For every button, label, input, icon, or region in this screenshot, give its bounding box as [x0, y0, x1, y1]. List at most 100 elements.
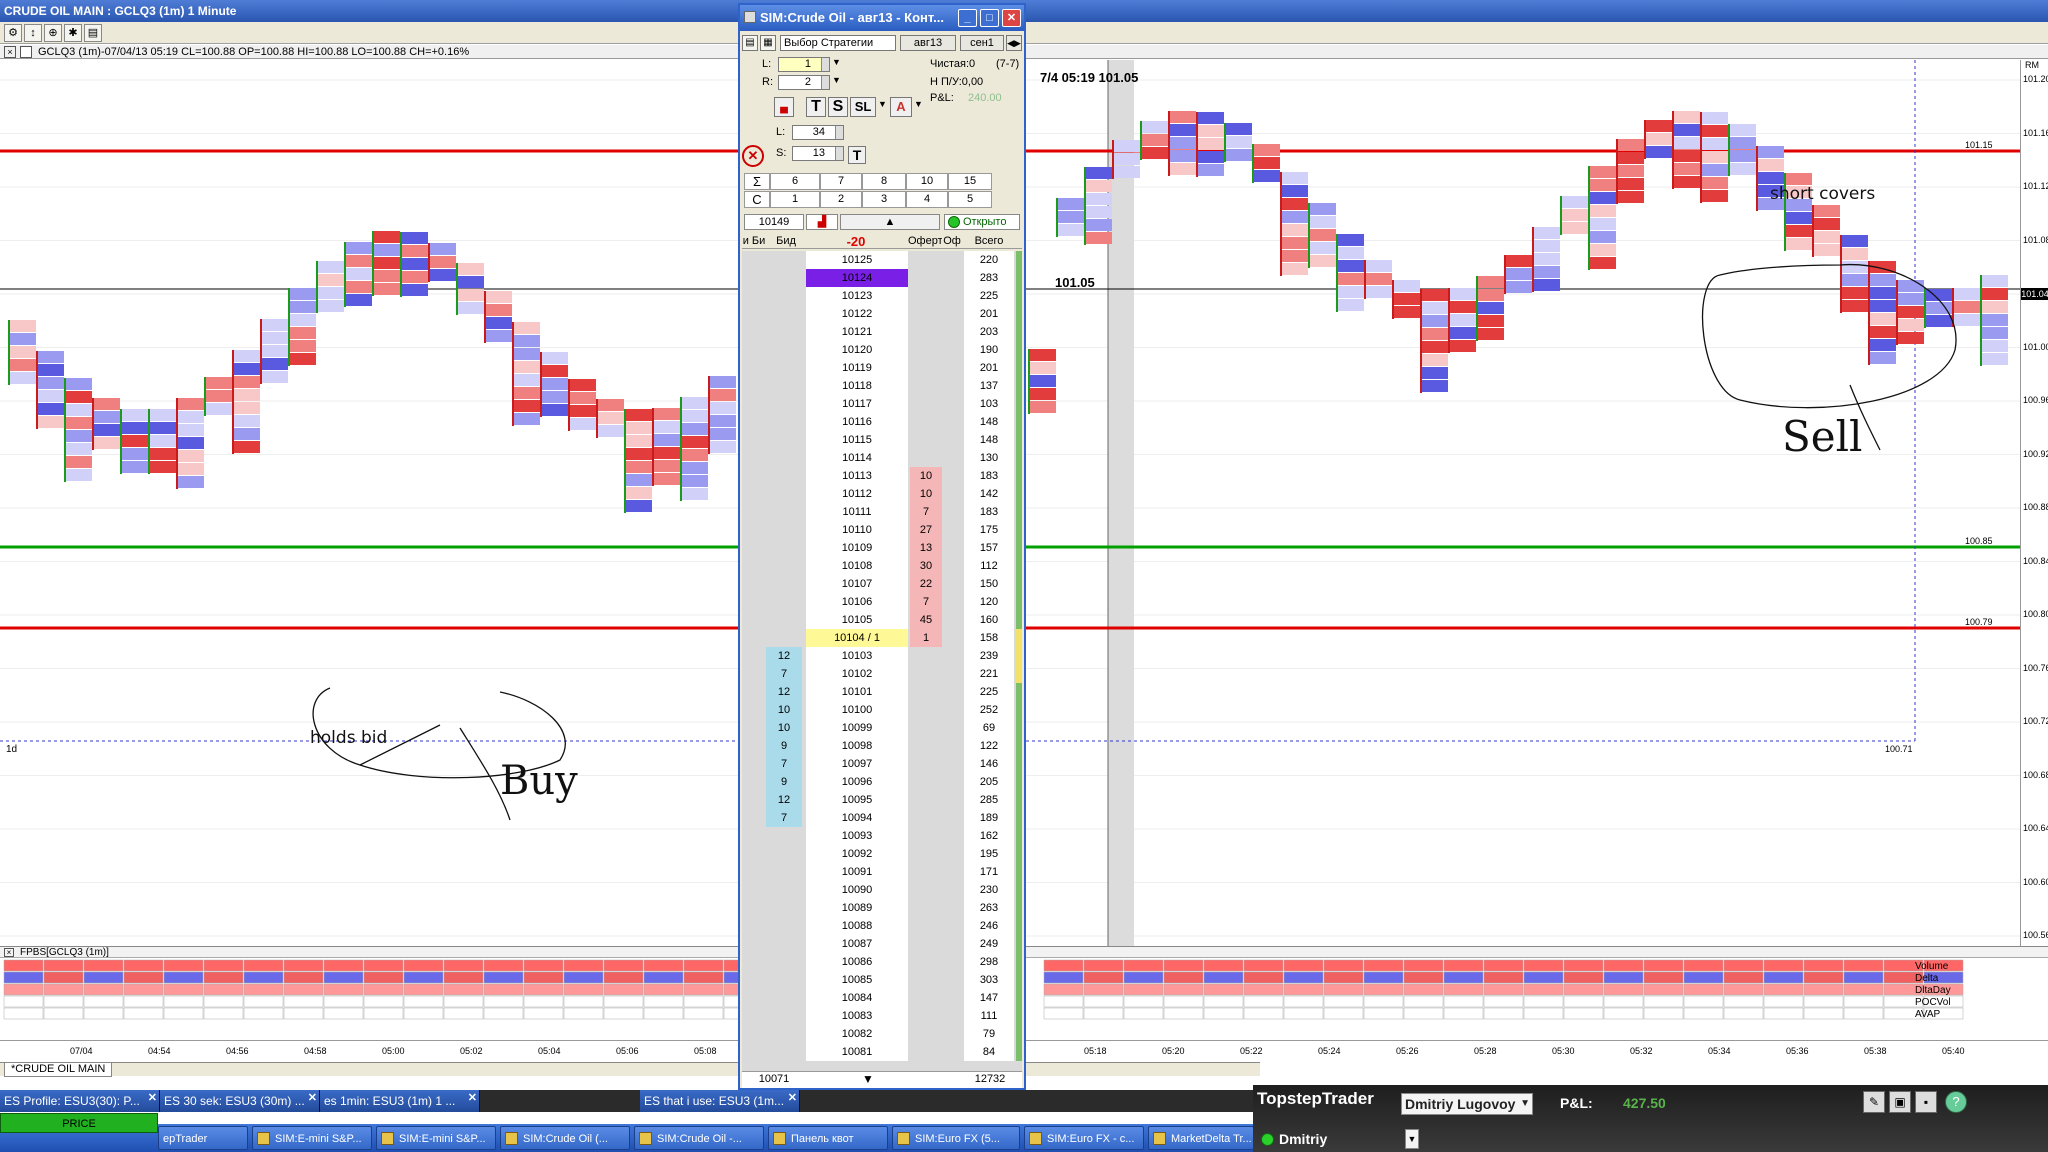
bid-size[interactable]: [766, 377, 802, 395]
size-cell[interactable]: 2: [820, 191, 862, 208]
target-button[interactable]: T: [848, 146, 866, 164]
price-cell[interactable]: 10098: [806, 737, 908, 755]
bid-size[interactable]: [766, 953, 802, 971]
bid-size[interactable]: [766, 305, 802, 323]
contract-tab[interactable]: авг13: [900, 35, 956, 51]
ask-size[interactable]: [910, 755, 942, 773]
ask-size[interactable]: [910, 305, 942, 323]
bid-size[interactable]: [766, 593, 802, 611]
price-cell[interactable]: 10088: [806, 917, 908, 935]
ladder-row[interactable]: 10083 111: [742, 1007, 1022, 1025]
ask-size[interactable]: [910, 269, 942, 287]
bid-size[interactable]: [766, 989, 802, 1007]
task-emini-1[interactable]: SIM:E-mini S&P...: [252, 1126, 372, 1150]
size-cell[interactable]: Σ: [744, 173, 770, 190]
ask-size[interactable]: [910, 341, 942, 359]
price-cell[interactable]: 10119: [806, 359, 908, 377]
ladder-row[interactable]: 10112 10 142: [742, 485, 1022, 503]
bid-size[interactable]: 7: [766, 665, 802, 683]
ask-size[interactable]: [910, 647, 942, 665]
price-cell[interactable]: 10106: [806, 593, 908, 611]
workspace-tab-es-profile[interactable]: ES Profile: ESU3(30): P... ✕: [0, 1090, 160, 1112]
task-crude-oil-2[interactable]: SIM:Crude Oil -...: [634, 1126, 764, 1150]
ladder-row[interactable]: 9 10098 122: [742, 737, 1022, 755]
bid-size[interactable]: [766, 521, 802, 539]
ask-size[interactable]: 10: [910, 467, 942, 485]
cancel-all-icon[interactable]: ✕: [742, 145, 764, 167]
bid-size[interactable]: 12: [766, 647, 802, 665]
ladder-row[interactable]: 10084 147: [742, 989, 1022, 1007]
ask-size[interactable]: [910, 845, 942, 863]
bid-size[interactable]: [766, 341, 802, 359]
bid-size[interactable]: [766, 845, 802, 863]
size-cell[interactable]: C: [744, 191, 770, 208]
ladder-row[interactable]: 10093 162: [742, 827, 1022, 845]
ladder-row[interactable]: 10090 230: [742, 881, 1022, 899]
ladder-row[interactable]: 10107 22 150: [742, 575, 1022, 593]
target-button[interactable]: T: [806, 97, 826, 117]
price-cell[interactable]: 10121: [806, 323, 908, 341]
price-axis[interactable]: RM 101.20 101.16 101.12 101.08 101.04 101.00 1…: [2020, 60, 2048, 946]
gear-icon[interactable]: ✱: [64, 24, 82, 42]
ladder-row[interactable]: 10116 148: [742, 413, 1022, 431]
ask-size[interactable]: [910, 1007, 942, 1025]
close-icon[interactable]: ✕: [148, 1092, 157, 1104]
ask-size[interactable]: [910, 863, 942, 881]
layout-icon[interactable]: ▦: [760, 35, 776, 51]
scroll-down-icon[interactable]: ▼: [862, 1072, 874, 1086]
ladder-row[interactable]: 9 10096 205: [742, 773, 1022, 791]
task-quotes-panel[interactable]: Панель квот: [768, 1126, 888, 1150]
bid-size[interactable]: 9: [766, 737, 802, 755]
ladder-row[interactable]: 10118 137: [742, 377, 1022, 395]
size-cell[interactable]: 8: [862, 173, 906, 190]
size-cell[interactable]: 10: [906, 173, 948, 190]
bid-size[interactable]: [766, 1025, 802, 1043]
close-icon[interactable]: ×: [4, 948, 14, 957]
dom-window[interactable]: SIM:Crude Oil - авг13 - Конт... _ □ ✕ ▤ …: [738, 3, 1026, 1090]
ask-size[interactable]: [910, 827, 942, 845]
ask-size[interactable]: 1: [910, 629, 942, 647]
ladder-row[interactable]: 7 10097 146: [742, 755, 1022, 773]
price-cell[interactable]: 10081: [806, 1043, 908, 1061]
s-input[interactable]: 13: [792, 146, 844, 161]
ladder-row[interactable]: 10123 225: [742, 287, 1022, 305]
task-euro-fx-1[interactable]: SIM:Euro FX (5...: [892, 1126, 1020, 1150]
price-cell[interactable]: 10117: [806, 395, 908, 413]
price-cell[interactable]: 10094: [806, 809, 908, 827]
chevron-down-icon[interactable]: ▼: [1405, 1129, 1419, 1149]
price-cell[interactable]: 10116: [806, 413, 908, 431]
ask-size[interactable]: [910, 1043, 942, 1061]
price-cell[interactable]: 10089: [806, 899, 908, 917]
bid-size[interactable]: [766, 539, 802, 557]
price-cell[interactable]: 10084: [806, 989, 908, 1007]
ladder-row[interactable]: 10105 45 160: [742, 611, 1022, 629]
bid-size[interactable]: [766, 557, 802, 575]
bid-size[interactable]: 7: [766, 755, 802, 773]
zoom-icon[interactable]: ⊕: [44, 24, 62, 42]
ladder-row[interactable]: 10086 298: [742, 953, 1022, 971]
price-cell[interactable]: 10115: [806, 431, 908, 449]
price-cell[interactable]: 10111: [806, 503, 908, 521]
l2-input[interactable]: 34: [792, 125, 844, 140]
price-button[interactable]: PRICE: [0, 1113, 158, 1133]
price-cell[interactable]: 10125: [806, 251, 908, 269]
ask-size[interactable]: [910, 953, 942, 971]
close-icon[interactable]: ✕: [308, 1092, 317, 1104]
minimize-button[interactable]: _: [958, 9, 977, 27]
ladder-row[interactable]: 10081 84: [742, 1043, 1022, 1061]
ask-size[interactable]: [910, 665, 942, 683]
close-icon[interactable]: ×: [4, 46, 16, 58]
price-cell[interactable]: 10100: [806, 701, 908, 719]
close-button[interactable]: ✕: [1002, 9, 1021, 27]
ladder-row[interactable]: 10113 10 183: [742, 467, 1022, 485]
cursor-icon[interactable]: ↕: [24, 24, 42, 42]
ask-size[interactable]: [910, 791, 942, 809]
size-cell[interactable]: 7: [820, 173, 862, 190]
bid-size[interactable]: [766, 1043, 802, 1061]
chart-visible-checkbox[interactable]: [20, 46, 32, 58]
close-icon[interactable]: ✕: [788, 1092, 797, 1104]
bid-size[interactable]: [766, 323, 802, 341]
price-cell[interactable]: 10113: [806, 467, 908, 485]
bid-size[interactable]: 12: [766, 791, 802, 809]
size-cell[interactable]: 3: [862, 191, 906, 208]
